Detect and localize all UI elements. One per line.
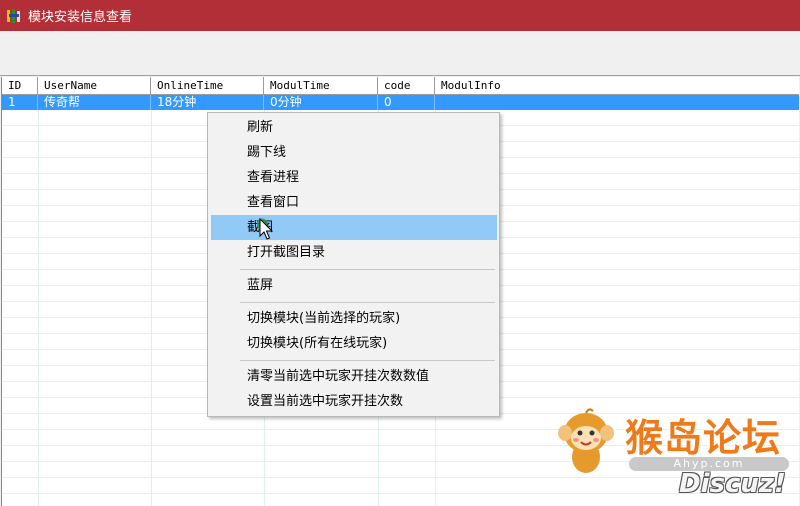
menu-item-set-cheat-count[interactable]: 设置当前选中玩家开挂次数 <box>211 389 497 414</box>
menu-item-bluescreen[interactable]: 蓝屏 <box>211 273 497 298</box>
menu-separator <box>240 302 495 303</box>
column-header-username[interactable]: UserName <box>38 77 151 95</box>
cell-modultime: 0分钟 <box>264 95 378 110</box>
menu-separator <box>240 269 495 270</box>
watermark-discuz-logo: Discuz! <box>679 469 786 499</box>
window-title: 模块安装信息查看 <box>28 10 133 25</box>
menu-item-refresh[interactable]: 刷新 <box>211 115 497 140</box>
menu-item-switch-module-selected[interactable]: 切换模块(当前选择的玩家) <box>211 306 497 331</box>
app-icon <box>7 8 20 23</box>
monkey-mascot-icon <box>558 408 614 473</box>
column-header-onlinetime[interactable]: OnlineTime <box>151 77 264 95</box>
cell-modulinfo <box>435 95 799 110</box>
context-menu: 刷新 踢下线 查看进程 查看窗口 截图 打开截图目录 蓝屏 切换模块(当前选择的… <box>207 112 500 417</box>
mouse-cursor-icon <box>257 218 274 240</box>
cell-onlinetime: 18分钟 <box>151 95 264 110</box>
watermark-forum-name: 猴岛论坛 <box>625 416 782 460</box>
cell-username: 传奇帮 <box>38 95 151 110</box>
column-header-modultime[interactable]: ModulTime <box>264 77 378 95</box>
table-header: ID UserName OnlineTime ModulTime code Mo… <box>2 77 799 95</box>
column-header-id[interactable]: ID <box>2 77 38 95</box>
cell-code: 0 <box>378 95 435 110</box>
menu-item-reset-cheat-count[interactable]: 清零当前选中玩家开挂次数数值 <box>211 364 497 389</box>
menu-separator <box>240 360 495 361</box>
cell-id: 1 <box>2 95 38 110</box>
menu-item-switch-module-all[interactable]: 切换模块(所有在线玩家) <box>211 331 497 356</box>
column-header-code[interactable]: code <box>378 77 435 95</box>
menu-item-view-processes[interactable]: 查看进程 <box>211 165 497 190</box>
toolbar-area <box>0 31 800 76</box>
menu-item-kick-offline[interactable]: 踢下线 <box>211 140 497 165</box>
forum-watermark: 猴岛论坛 Ahyp.com Discuz! <box>555 405 795 500</box>
menu-item-view-windows[interactable]: 查看窗口 <box>211 190 497 215</box>
menu-item-screenshot[interactable]: 截图 <box>211 215 497 240</box>
menu-item-open-screenshot-folder[interactable]: 打开截图目录 <box>211 240 497 265</box>
table-row[interactable]: 1 传奇帮 18分钟 0分钟 0 <box>2 95 799 110</box>
title-bar: 模块安装信息查看 <box>0 0 800 31</box>
column-header-modulinfo[interactable]: ModulInfo <box>435 77 799 95</box>
